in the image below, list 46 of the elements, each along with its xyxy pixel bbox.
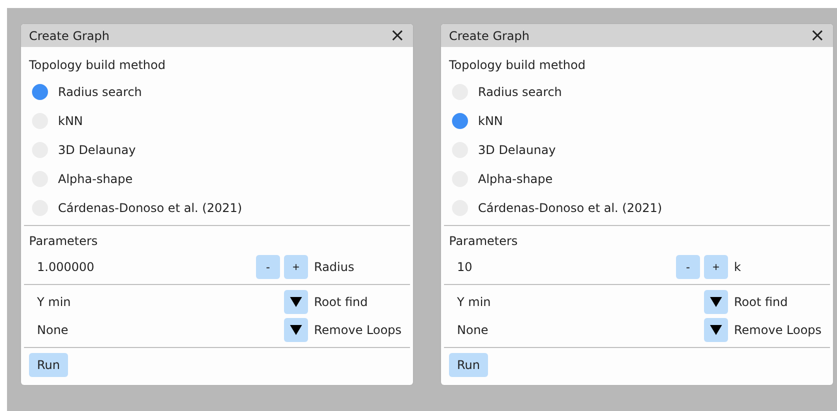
section-label: Topology build method (448, 57, 586, 74)
dropdown-label: Root find (733, 295, 789, 309)
radio-label[interactable]: Alpha-shape (478, 172, 553, 186)
radio-button[interactable] (32, 84, 48, 100)
radio-label[interactable]: kNN (478, 114, 503, 128)
increment-button[interactable]: + (284, 255, 308, 279)
radio-label[interactable]: kNN (58, 114, 83, 128)
decrement-button[interactable]: - (256, 255, 280, 279)
radio-label[interactable]: 3D Delaunay (478, 142, 556, 156)
dropdown-field[interactable]: None (32, 323, 284, 337)
window-title: Create Graph (449, 28, 530, 42)
value-field[interactable]: 10 (452, 260, 672, 274)
close-button[interactable]: × (390, 26, 405, 44)
radio-label[interactable]: Radius search (58, 84, 142, 98)
parameter-label: k (733, 260, 742, 274)
dropdown-button[interactable] (284, 290, 308, 314)
radio-label[interactable]: Cárdenas-Donoso et al. (2021) (478, 200, 662, 214)
dropdown-field[interactable]: None (452, 323, 704, 337)
run-button[interactable]: Run (449, 353, 488, 377)
section-label: Topology build method (28, 57, 166, 74)
section-label: Parameters (448, 233, 519, 250)
caret-icon (290, 297, 302, 307)
decrement-button[interactable]: - (676, 255, 700, 279)
dropdown-button[interactable] (704, 318, 728, 342)
window-title: Create Graph (29, 28, 110, 42)
radio-label[interactable]: Cárdenas-Donoso et al. (2021) (58, 200, 242, 214)
radio-label[interactable]: 3D Delaunay (58, 142, 136, 156)
value-field[interactable]: 1.000000 (32, 260, 252, 274)
close-button[interactable]: × (810, 26, 825, 44)
dropdown-label: Remove Loops (733, 323, 823, 337)
radio-button[interactable] (452, 112, 468, 128)
section-label: Parameters (28, 233, 99, 250)
increment-button[interactable]: + (704, 255, 728, 279)
run-button[interactable]: Run (29, 353, 68, 377)
dropdown-field[interactable]: Y min (32, 295, 284, 309)
dropdown-button[interactable] (284, 318, 308, 342)
radio-label[interactable]: Alpha-shape (58, 172, 133, 186)
dropdown-field[interactable]: Y min (452, 295, 704, 309)
caret-icon (710, 297, 722, 307)
parameter-label: Radius (313, 260, 356, 274)
radio-label[interactable]: Radius search (478, 84, 562, 98)
dropdown-button[interactable] (704, 290, 728, 314)
caret-icon (710, 325, 722, 335)
dropdown-label: Remove Loops (313, 323, 403, 337)
dropdown-label: Root find (313, 295, 369, 309)
caret-icon (290, 325, 302, 335)
